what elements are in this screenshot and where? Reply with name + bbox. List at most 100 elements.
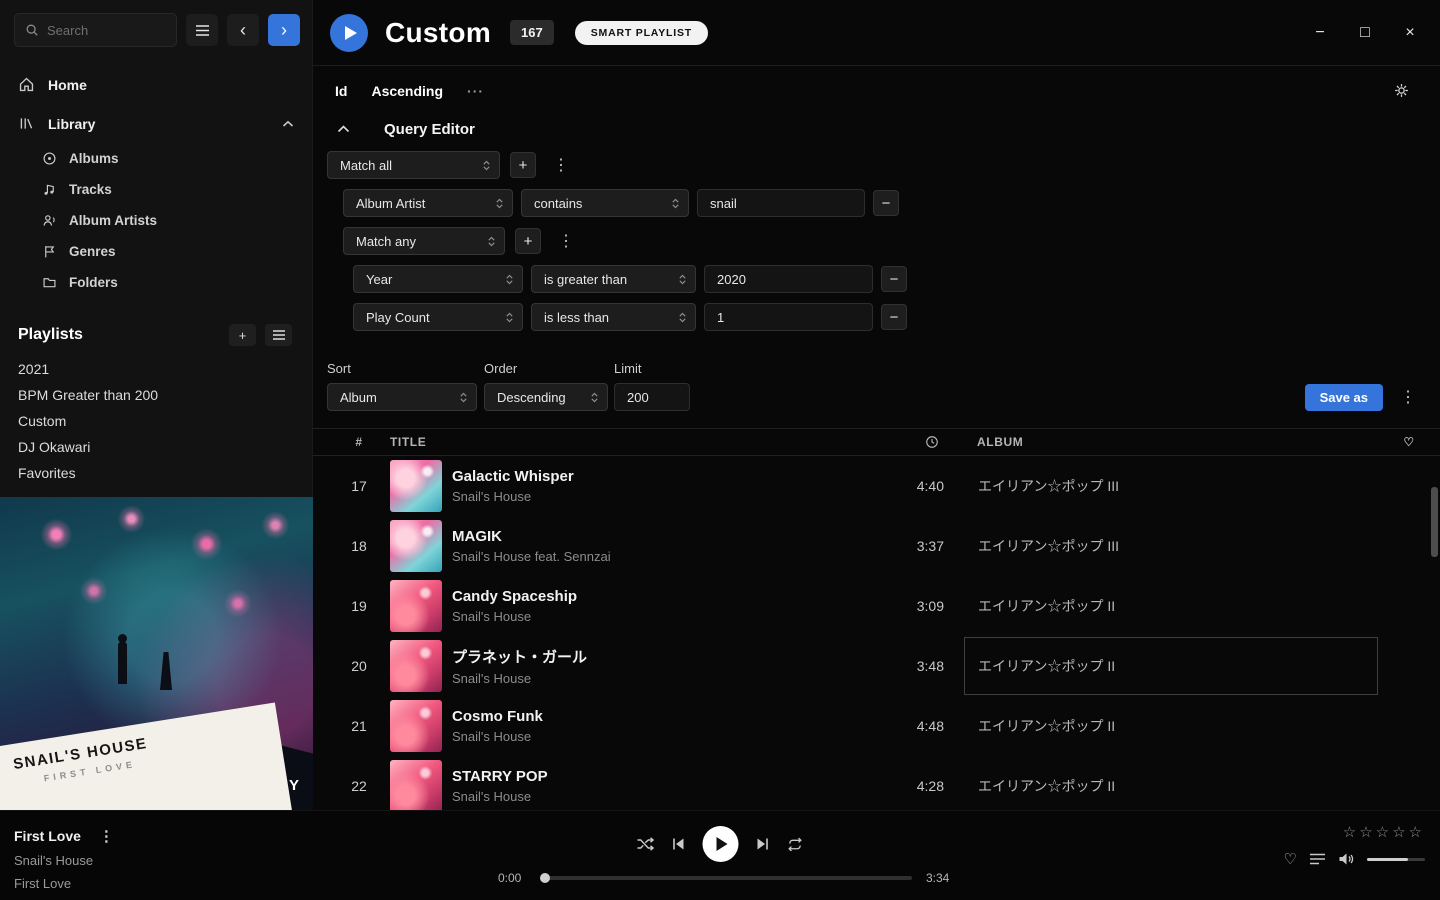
now-playing-title[interactable]: First Love [14,828,81,844]
settings-gear-icon[interactable] [1393,82,1410,99]
minus-icon: − [890,309,899,326]
track-artist: Snail's House [452,729,853,744]
chevron-up-down-icon [451,391,468,404]
library-icon [18,115,35,132]
track-album-focused-cell[interactable]: エイリアン☆ポップ II [964,637,1378,695]
track-album[interactable]: エイリアン☆ポップ III [964,457,1378,515]
column-header-favorite[interactable]: ♡ [1378,435,1440,449]
rule-value-input[interactable] [704,265,873,293]
next-button[interactable] [756,837,770,851]
track-number: 21 [339,718,379,734]
remove-rule-button[interactable]: − [873,190,899,216]
search-box[interactable] [14,13,177,47]
favorite-heart-icon[interactable]: ♡ [1284,850,1297,868]
track-album[interactable]: エイリアン☆ポップ II [964,577,1378,635]
shuffle-button[interactable] [637,836,655,852]
track-duration: 4:40 [853,478,944,494]
remove-rule-button[interactable]: − [881,304,907,330]
chevron-up-down-icon [497,273,514,286]
table-row[interactable]: 19 Candy Spaceship Snail's House 3:09 エイ… [313,576,1440,636]
rule-menu-icon[interactable]: ⋮ [549,155,573,175]
now-playing-album[interactable]: First Love [14,876,114,891]
order-select[interactable]: Descending [484,383,608,411]
rule-value-input[interactable] [704,303,873,331]
rule-field-select[interactable]: Album Artist [343,189,513,217]
add-playlist-button[interactable]: + [229,324,256,346]
close-button[interactable]: × [1402,24,1418,42]
playlist-item[interactable]: 2021 [0,356,312,382]
rule-field-select[interactable]: Play Count [353,303,523,331]
main-content: Custom 167 SMART PLAYLIST − □ × Id Ascen… [313,0,1440,810]
table-row[interactable]: 18 MAGIK Snail's House feat. Sennzai 3:3… [313,516,1440,576]
sort-select[interactable]: Album [327,383,477,411]
track-album[interactable]: エイリアン☆ポップ II [964,697,1378,755]
now-playing-artist[interactable]: Snail's House [14,853,114,868]
table-row[interactable]: 22 STARRY POP Snail's House 4:28 エイリアン☆ポ… [313,756,1440,810]
seek-bar[interactable] [542,876,912,880]
queue-icon[interactable] [1310,853,1325,865]
rule-value-input[interactable] [697,189,865,217]
playlist-item[interactable]: Favorites [0,460,312,486]
sidebar-item-albums[interactable]: Albums [0,143,312,174]
column-header-title[interactable]: TITLE [379,435,853,449]
rating-stars[interactable]: ☆☆☆☆☆ [1284,823,1425,841]
nav-back-button[interactable]: ‹ [227,14,259,46]
previous-button[interactable] [672,837,686,851]
save-as-button[interactable]: Save as [1305,384,1383,411]
minimize-button[interactable]: − [1312,24,1328,42]
rule-field-select[interactable]: Year [353,265,523,293]
collapse-chevron-icon[interactable] [282,120,294,128]
rule-field-value: Play Count [366,310,430,325]
table-row[interactable]: 21 Cosmo Funk Snail's House 4:48 エイリアン☆ポ… [313,696,1440,756]
add-rule-button[interactable]: + [510,152,536,178]
column-header-album[interactable]: ALBUM [964,435,1378,449]
rule-operator-select[interactable]: is less than [531,303,696,331]
menu-button[interactable] [186,14,218,46]
scrollbar-thumb[interactable] [1431,487,1438,557]
more-options-icon[interactable]: ··· [467,83,484,99]
volume-slider[interactable] [1367,858,1425,861]
sort-order-button[interactable]: Ascending [371,83,443,99]
playlist-item[interactable]: BPM Greater than 200 [0,382,312,408]
sort-field-button[interactable]: Id [335,83,347,99]
repeat-button[interactable] [787,837,804,852]
column-header-number[interactable]: # [339,435,379,449]
add-group-rule-button[interactable]: + [515,228,541,254]
play-pause-button[interactable] [703,826,739,862]
save-menu-icon[interactable]: ⋮ [1396,387,1420,407]
group-menu-icon[interactable]: ⋮ [554,231,578,251]
rule-operator-select[interactable]: is greater than [531,265,696,293]
remove-rule-button[interactable]: − [881,266,907,292]
next-icon [756,837,770,851]
sidebar-item-folders[interactable]: Folders [0,267,312,298]
match-type-select[interactable]: Match all [327,151,500,179]
table-row[interactable]: 20 プラネット・ガール Snail's House 3:48 エイリアン☆ポッ… [313,636,1440,696]
group-match-type-select[interactable]: Match any [343,227,505,255]
sidebar-item-genres[interactable]: Genres [0,236,312,267]
playlist-item[interactable]: DJ Okawari [0,434,312,460]
track-album[interactable]: エイリアン☆ポップ III [964,517,1378,575]
playlist-header: Custom 167 SMART PLAYLIST − □ × [313,0,1440,66]
volume-icon[interactable] [1338,852,1354,866]
search-input[interactable] [47,23,166,38]
rule-operator-select[interactable]: contains [521,189,689,217]
seek-thumb[interactable] [540,873,550,883]
sidebar-item-home[interactable]: Home [0,65,312,104]
play-playlist-button[interactable] [330,14,368,52]
nav-forward-button[interactable]: › [268,14,300,46]
sidebar-item-library[interactable]: Library [0,104,312,143]
sidebar-item-label: Home [48,77,87,93]
column-header-duration[interactable] [853,435,944,449]
maximize-button[interactable]: □ [1357,24,1373,42]
playlist-list-button[interactable] [265,324,292,346]
collapse-query-editor-button[interactable] [330,117,356,141]
track-number: 18 [339,538,379,554]
table-row[interactable]: 17 Galactic Whisper Snail's House 4:40 エ… [313,456,1440,516]
sidebar-item-label: Library [48,116,95,132]
playlist-item[interactable]: Custom [0,408,312,434]
sidebar-item-album-artists[interactable]: Album Artists [0,205,312,236]
track-album[interactable]: エイリアン☆ポップ II [964,757,1378,810]
sidebar-item-tracks[interactable]: Tracks [0,174,312,205]
limit-input[interactable] [614,383,690,411]
track-menu-icon[interactable]: ⋮ [99,827,114,845]
